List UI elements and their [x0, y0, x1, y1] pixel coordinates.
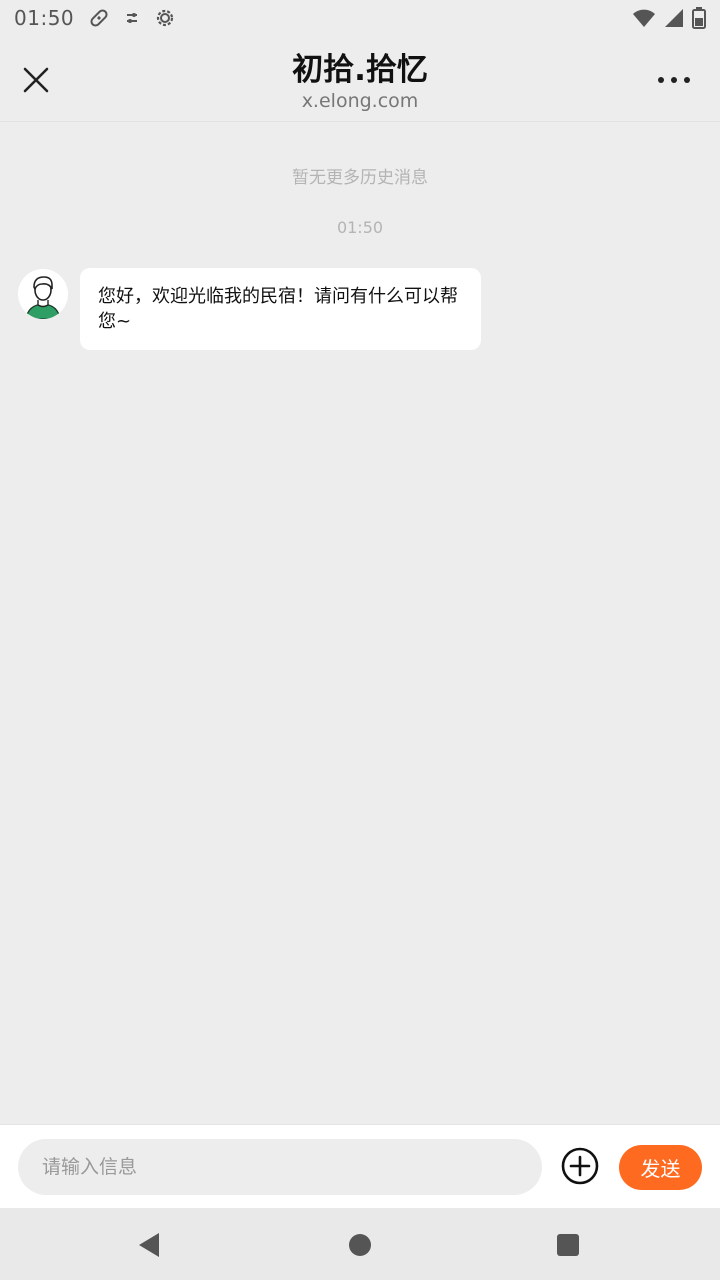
back-triangle-icon	[139, 1233, 159, 1257]
status-bar: 01:50	[0, 0, 720, 36]
page-title: 初拾.拾忆	[292, 52, 428, 88]
more-icon	[658, 77, 664, 83]
nav-recents-button[interactable]	[555, 1232, 581, 1258]
wifi-icon	[632, 8, 656, 28]
more-options-button[interactable]	[650, 62, 698, 98]
data-saver-icon	[124, 10, 140, 26]
screen: 01:50 初拾.拾忆 x.elong.com 暂无更多历史消息 01:50 您…	[0, 0, 720, 1280]
signal-icon	[664, 8, 684, 28]
home-circle-icon	[349, 1234, 371, 1256]
message-bubble[interactable]: 您好，欢迎光临我的民宿！请问有什么可以帮您~	[80, 268, 481, 350]
no-more-history-notice: 暂无更多历史消息	[292, 168, 428, 188]
settings-icon	[154, 7, 176, 29]
send-button[interactable]: 发送	[619, 1145, 702, 1190]
more-icon-dot	[671, 77, 677, 83]
status-right	[632, 7, 706, 29]
page-subtitle: x.elong.com	[301, 90, 419, 112]
status-time: 01:50	[14, 6, 75, 30]
battery-icon	[692, 7, 706, 29]
header: 初拾.拾忆 x.elong.com	[0, 36, 720, 122]
plus-circle-icon	[561, 1147, 599, 1185]
nav-back-button[interactable]	[136, 1232, 162, 1258]
more-icon-dot	[684, 77, 690, 83]
recents-square-icon	[557, 1234, 579, 1256]
input-bar: 发送	[0, 1124, 720, 1208]
add-attachment-button[interactable]	[560, 1146, 600, 1186]
status-left: 01:50	[14, 6, 176, 30]
health-icon	[88, 7, 110, 29]
nav-home-button[interactable]	[347, 1232, 373, 1258]
avatar[interactable]	[18, 269, 68, 319]
host-avatar-icon	[18, 269, 68, 319]
message-input[interactable]	[18, 1139, 542, 1195]
message-timestamp: 01:50	[336, 218, 384, 237]
chat-area[interactable]: 暂无更多历史消息 01:50 您好，欢迎光临我的民宿！请问有什么可以帮您~	[0, 123, 720, 1123]
system-nav-bar	[0, 1208, 720, 1280]
